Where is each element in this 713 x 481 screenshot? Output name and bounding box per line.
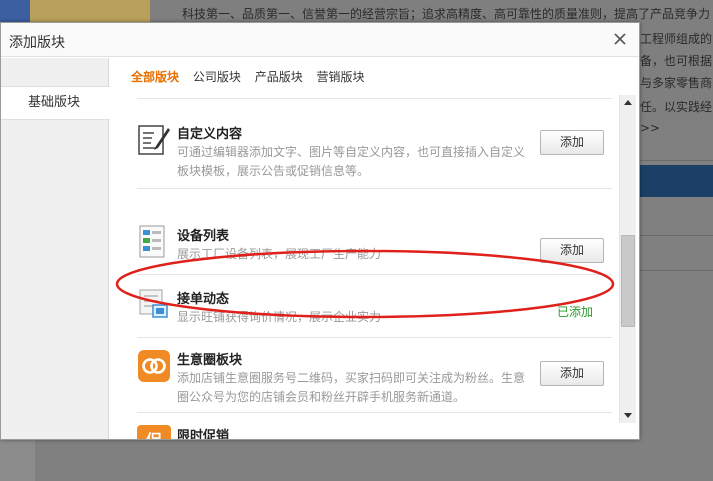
sidebar-item-basic-modules[interactable]: 基础版块 xyxy=(1,86,110,120)
close-icon[interactable] xyxy=(611,30,629,48)
limited-promo-icon-text: 促 xyxy=(146,431,162,439)
tab-product-modules[interactable]: 产品版块 xyxy=(255,68,303,85)
dialog-title: 添加版块 xyxy=(9,35,65,51)
background-panel xyxy=(0,436,35,481)
tab-marketing-modules[interactable]: 营销版块 xyxy=(317,68,365,85)
module-sidebar: 基础版块 xyxy=(1,58,110,439)
list-item: 促 限时促销 添加 xyxy=(137,425,612,439)
module-tabs: 全部版块 公司版块 产品版块 营销版块 xyxy=(131,68,375,88)
list-item: 生意圈板块 添加店铺生意圈服务号二维码，买家扫码即可关注成为粉丝。生意圈公众号为… xyxy=(137,349,612,413)
background-text: 与多家零售商 xyxy=(640,76,713,90)
limited-promo-icon: 促 xyxy=(137,425,171,439)
list-item: 自定义内容 可通过编辑器添加文字、图片等自定义内容，也可直接插入自定义板块模板，… xyxy=(137,123,612,189)
module-name: 生意圈板块 xyxy=(177,353,243,368)
background-text: 备，也可根据 xyxy=(640,54,713,68)
background-divider xyxy=(640,235,713,236)
background-logo xyxy=(0,0,165,22)
scroll-up-arrow-icon[interactable] xyxy=(620,95,636,111)
highlight-ellipse-annotation xyxy=(115,249,615,319)
add-module-dialog: 添加版块 基础版块 全部版块 公司版块 产品版块 营销版块 自定义内容 可通过编… xyxy=(0,22,640,440)
background-more-link: >> xyxy=(640,121,661,135)
list-item xyxy=(137,93,612,99)
module-list-scrollbar[interactable] xyxy=(619,95,636,423)
add-business-circle-button[interactable]: 添加 xyxy=(540,361,604,386)
background-divider xyxy=(640,160,713,161)
background-band xyxy=(640,165,713,197)
scroll-thumb[interactable] xyxy=(621,235,635,327)
background-text: 工程师组成的 xyxy=(640,32,713,46)
module-description: 添加店铺生意圈服务号二维码，买家扫码即可关注成为粉丝。生意圈公众号为您的店铺会员… xyxy=(177,371,526,404)
module-name: 设备列表 xyxy=(177,229,230,244)
background-text: 任。以实践经 xyxy=(640,100,713,114)
edit-document-icon xyxy=(138,125,170,155)
business-circle-icon xyxy=(138,350,170,382)
tab-company-modules[interactable]: 公司版块 xyxy=(193,68,241,85)
module-description: 可通过编辑器添加文字、图片等自定义内容，也可直接插入自定义板块模板，展示公告或促… xyxy=(177,145,526,178)
dialog-header: 添加版块 xyxy=(1,23,639,57)
background-text: 科技第一、品质第一、信誉第一的经营宗旨；追求高精度、高可靠性的质量准则，提高了产… xyxy=(182,7,711,21)
module-name: 自定义内容 xyxy=(177,127,243,142)
background-divider xyxy=(640,270,713,271)
scroll-down-arrow-icon[interactable] xyxy=(620,407,636,423)
module-name: 限时促销 xyxy=(177,429,230,439)
tab-all-modules[interactable]: 全部版块 xyxy=(131,68,179,85)
add-custom-content-button[interactable]: 添加 xyxy=(540,130,604,155)
